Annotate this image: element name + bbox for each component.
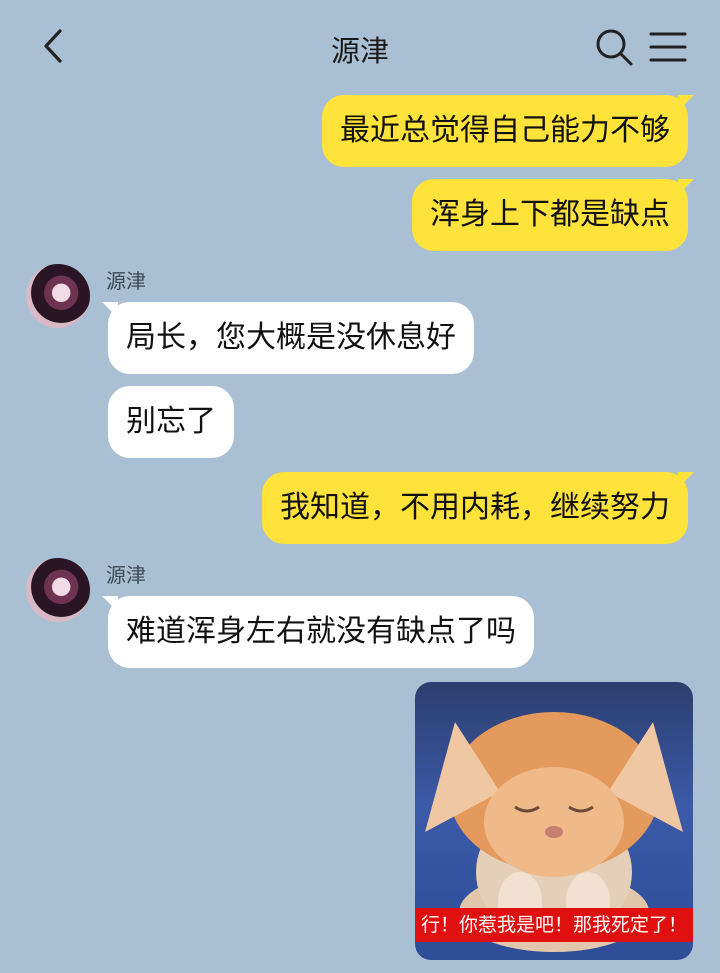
chat-header: 源津	[0, 0, 720, 92]
sender-name: 源津	[106, 563, 146, 587]
my-message-bubble[interactable]: 浑身上下都是缺点	[412, 179, 694, 251]
their-message-bubble[interactable]: 难道浑身左右就没有缺点了吗	[102, 596, 534, 668]
search-icon[interactable]	[594, 27, 634, 67]
cat-sticker-image[interactable]: 行！你惹我是吧！那我死定了！	[415, 682, 693, 960]
my-message-bubble[interactable]: 我知道，不用内耗，继续努力	[262, 472, 694, 544]
their-message-bubble[interactable]: 局长，您大概是没休息好	[102, 302, 474, 374]
contact-avatar[interactable]	[26, 264, 90, 328]
my-message-bubble[interactable]: 最近总觉得自己能力不够	[322, 95, 694, 167]
menu-icon[interactable]	[648, 30, 688, 64]
sticker-caption: 行！你惹我是吧！那我死定了！	[415, 908, 693, 942]
sender-name: 源津	[106, 269, 146, 293]
contact-avatar[interactable]	[26, 558, 90, 622]
their-message-bubble[interactable]: 别忘了	[108, 386, 234, 458]
